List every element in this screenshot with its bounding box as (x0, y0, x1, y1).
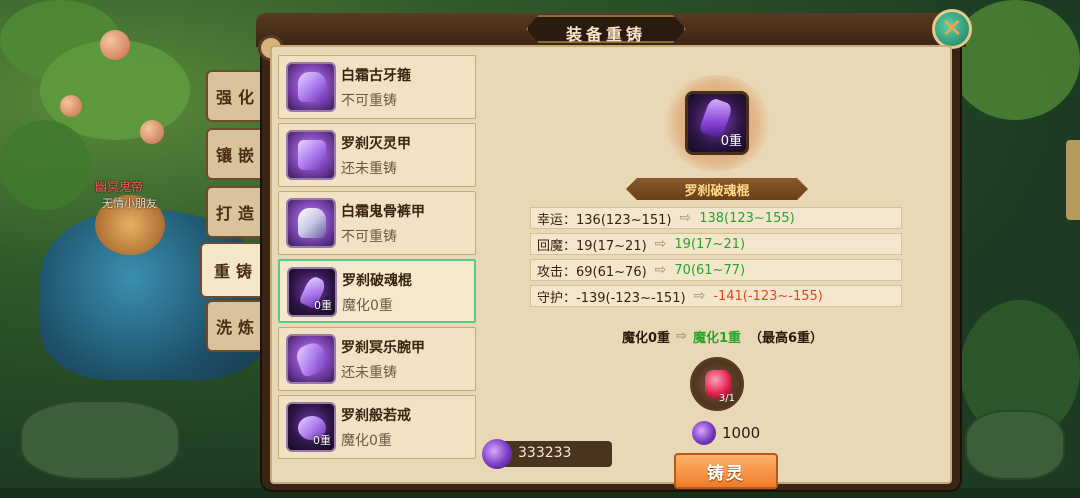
tab-strengthen[interactable]: 强化 (206, 70, 268, 122)
purple-crystal-icon (482, 439, 512, 469)
rakshasa-bracer-icon (286, 334, 336, 384)
item-name: 罗刹冥乐腕甲 (341, 340, 425, 356)
cost-amount: 1000 (722, 424, 761, 442)
item-status: 不可重铸 (341, 229, 397, 245)
item-name: 罗刹灭灵甲 (341, 136, 411, 152)
forge-soul-button[interactable]: 铸灵 (674, 453, 778, 489)
cost-display: 1000 (692, 421, 760, 445)
tab-label: 洗炼 (215, 318, 260, 337)
equip-level: 0重 (720, 134, 742, 149)
rakshasa-armor-icon (286, 130, 336, 180)
material-count: 3/1 (718, 393, 735, 404)
tab-label: 强化 (215, 88, 260, 107)
panel-titlebar: 装备重铸 (256, 13, 966, 61)
item-status: 不可重铸 (341, 93, 397, 109)
tab-inlay[interactable]: 镶嵌 (206, 128, 268, 180)
equipment-item[interactable]: 白霜鬼骨裤甲 不可重铸 (278, 191, 476, 255)
item-name: 白霜鬼骨裤甲 (341, 204, 425, 220)
stat-new: 70(61~77) (674, 262, 746, 278)
close-button[interactable]: ✕ (932, 9, 972, 49)
equipment-item[interactable]: 0重 罗刹般若戒 魔化0重 (278, 395, 476, 459)
stat-current: 幸运：136(123~151) (537, 212, 672, 228)
material-slot[interactable]: 3/1 (690, 357, 744, 411)
recast-panel: 装备重铸 ✕ 白霜古牙箍 不可重铸 罗刹灭灵甲 还未重铸 白霜鬼骨裤甲 不可重铸… (256, 9, 972, 490)
item-status: 魔化0重 (342, 298, 393, 314)
selected-equipment-slot[interactable]: 0重 (685, 91, 749, 155)
stat-row-guard: 守护：-139(-123~-151) ⇨ -141(-123~-155) (530, 285, 902, 307)
item-status: 还未重铸 (341, 161, 397, 177)
equip-name-banner: 罗刹破魂棍 (626, 178, 808, 200)
stat-current: 回魔：19(17~21) (537, 238, 647, 254)
stat-new: 19(17~21) (674, 236, 746, 252)
equipment-item[interactable]: 白霜古牙箍 不可重铸 (278, 55, 476, 119)
item-name: 罗刹破魂棍 (342, 273, 412, 289)
recast-detail: 0重 罗刹破魂棍 幸运：136(123~151) ⇨ 138(123~155) … (528, 55, 912, 489)
purple-crystal-icon (692, 421, 716, 445)
item-status: 魔化0重 (341, 433, 392, 449)
stat-row-mana-regen: 回魔：19(17~21) ⇨ 19(17~21) (530, 233, 902, 255)
tab-label: 重铸 (213, 262, 258, 281)
npc-name: 幽冥鬼帝 (95, 180, 144, 194)
frost-bone-greaves-icon (286, 198, 336, 248)
stat-row-luck: 幸运：136(123~151) ⇨ 138(123~155) (530, 207, 902, 229)
magic-current: 魔化0重 (622, 331, 671, 346)
item-level: 0重 (313, 434, 331, 447)
magic-max: （最高6重） (749, 331, 824, 346)
equip-name: 罗刹破魂棍 (684, 184, 750, 199)
arrow-right-icon: ⇨ (679, 210, 692, 226)
tab-recast[interactable]: 重铸 (200, 242, 270, 298)
item-name: 白霜古牙箍 (341, 68, 411, 84)
magic-level-line: 魔化0重 ⇨ 魔化1重 （最高6重） (622, 327, 823, 346)
frost-fang-headband-icon (286, 62, 336, 112)
tab-forge[interactable]: 打造 (206, 186, 268, 238)
stat-current: 攻击：69(61~76) (537, 264, 647, 280)
rakshasa-ring-icon: 0重 (286, 402, 336, 452)
equipment-item-selected[interactable]: 0重 罗刹破魂棍 魔化0重 (278, 259, 476, 323)
arrow-right-icon: ⇨ (654, 262, 667, 278)
magic-next: 魔化1重 (692, 331, 741, 346)
item-status: 还未重铸 (341, 365, 397, 381)
side-scroll-hint[interactable] (1066, 140, 1080, 220)
equipment-list[interactable]: 白霜古牙箍 不可重铸 罗刹灭灵甲 还未重铸 白霜鬼骨裤甲 不可重铸 0重 罗刹破… (278, 55, 478, 485)
equipment-item[interactable]: 罗刹冥乐腕甲 还未重铸 (278, 327, 476, 391)
tab-label: 镶嵌 (215, 146, 260, 165)
arrow-right-icon: ⇨ (676, 329, 687, 344)
stat-row-attack: 攻击：69(61~76) ⇨ 70(61~77) (530, 259, 902, 281)
stat-new: -141(-123~-155) (713, 288, 823, 304)
tab-refine[interactable]: 洗炼 (206, 300, 268, 352)
stat-new: 138(123~155) (699, 210, 795, 226)
tab-label: 打造 (215, 204, 260, 223)
title-plate: 装备重铸 (526, 15, 686, 43)
equipment-item[interactable]: 罗刹灭灵甲 还未重铸 (278, 123, 476, 187)
forge-button-label: 铸灵 (707, 463, 745, 484)
close-icon: ✕ (941, 14, 963, 44)
stat-current: 守护：-139(-123~-151) (537, 290, 686, 306)
item-name: 罗刹般若戒 (341, 408, 411, 424)
item-level: 0重 (314, 299, 332, 312)
npc-subtitle: 无情小朋友 (102, 197, 157, 210)
rakshasa-staff-icon: 0重 (287, 267, 337, 317)
panel-title: 装备重铸 (565, 25, 646, 44)
arrow-right-icon: ⇨ (654, 236, 667, 252)
arrow-right-icon: ⇨ (693, 288, 706, 304)
